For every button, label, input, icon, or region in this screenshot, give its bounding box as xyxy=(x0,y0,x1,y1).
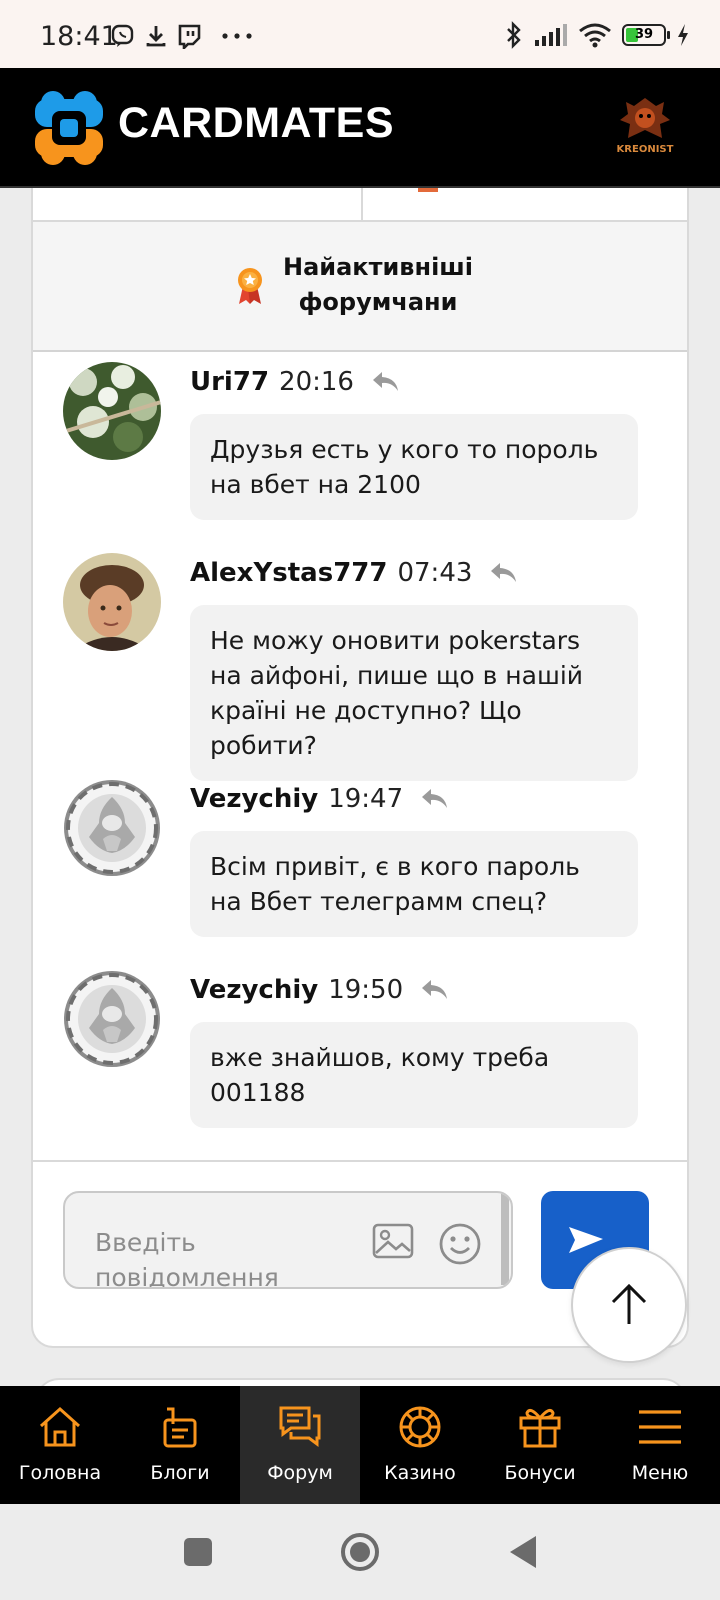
forum-chat-card: Найактивніші форумчани Uri77 20:16 Друзь… xyxy=(31,188,689,1348)
back-button[interactable] xyxy=(506,1534,538,1570)
section-header: Найактивніші форумчани xyxy=(33,222,687,352)
bluetooth-icon xyxy=(507,21,521,49)
message-username[interactable]: Vezychiy xyxy=(190,975,318,1005)
status-right-icons: 39 xyxy=(504,20,690,50)
reply-icon[interactable] xyxy=(370,369,402,395)
nav-item-forum[interactable]: Форум xyxy=(240,1386,360,1504)
blog-icon xyxy=(163,1407,197,1448)
section-title: Найактивніші форумчани xyxy=(282,253,474,316)
recents-button[interactable] xyxy=(184,1538,212,1566)
nav-item-home[interactable]: Головна xyxy=(0,1386,120,1504)
message-time: 07:43 xyxy=(397,558,473,588)
casino-chip-icon xyxy=(399,1406,441,1448)
nav-item-bonuses[interactable]: Бонуси xyxy=(480,1386,600,1504)
home-icon xyxy=(39,1406,81,1447)
status-left-icons xyxy=(110,22,254,50)
message-time: 19:50 xyxy=(328,975,404,1005)
cardmates-logo-icon[interactable] xyxy=(30,89,108,167)
nav-label: Головна xyxy=(18,1462,102,1484)
status-time: 18:41 xyxy=(40,21,118,52)
nav-label: Казино xyxy=(384,1462,456,1484)
nav-item-casino[interactable]: Казино xyxy=(360,1386,480,1504)
twitch-icon xyxy=(178,24,201,49)
status-bar: 18:41 39 xyxy=(0,0,720,68)
wifi-icon xyxy=(579,23,611,48)
site-header: CARDMATES KREONIST xyxy=(0,68,720,188)
default-avatar-chip[interactable] xyxy=(63,970,161,1068)
medal-icon xyxy=(238,268,262,304)
site-logo-text[interactable]: CARDMATES xyxy=(118,99,394,148)
home-button[interactable] xyxy=(340,1532,380,1572)
nav-item-menu[interactable]: Меню xyxy=(600,1386,720,1504)
reply-icon[interactable] xyxy=(488,560,520,586)
input-scrollbar[interactable] xyxy=(501,1193,509,1285)
more-dots-icon xyxy=(222,33,252,39)
arrow-up-icon xyxy=(611,1283,647,1324)
battery-icon: 39 xyxy=(622,24,670,46)
message-bubble: Не можу оновити pokerstars на айфоні, пи… xyxy=(190,605,638,781)
image-attach-icon[interactable] xyxy=(372,1223,414,1259)
user-avatar[interactable] xyxy=(63,362,161,460)
tabs-row xyxy=(33,188,687,222)
download-icon xyxy=(146,26,166,47)
nav-label: Форум xyxy=(267,1462,333,1484)
message-input[interactable]: Введіть повідомлення xyxy=(63,1191,513,1289)
message-bubble: Друзья есть у кого то пороль на вбет на … xyxy=(190,414,638,520)
message-time: 20:16 xyxy=(279,367,354,397)
user-profile-avatar[interactable]: KREONIST xyxy=(612,94,678,160)
message-input-placeholder: Введіть повідомлення xyxy=(95,1228,279,1289)
nav-item-blogs[interactable]: Блоги xyxy=(120,1386,240,1504)
nav-label: Блоги xyxy=(150,1462,210,1484)
user-avatar[interactable] xyxy=(63,553,161,651)
scroll-to-top-button[interactable] xyxy=(571,1247,687,1363)
message-username[interactable]: Vezychiy xyxy=(190,784,318,814)
viber-icon xyxy=(111,24,134,47)
message-username[interactable]: Uri77 xyxy=(190,367,269,397)
nav-label: Меню xyxy=(631,1462,689,1484)
charging-icon xyxy=(678,24,688,46)
message-bubble: Всім привіт, є в кого пароль на Вбет тел… xyxy=(190,831,638,937)
nav-label: Бонуси xyxy=(504,1462,576,1484)
reply-icon[interactable] xyxy=(419,786,451,812)
profile-badge-text: KREONIST xyxy=(617,144,674,155)
menu-icon xyxy=(639,1410,681,1444)
reply-icon[interactable] xyxy=(419,977,451,1003)
gift-icon xyxy=(519,1408,561,1448)
message-bubble: вже знайшов, кому треба 001188 xyxy=(190,1022,638,1128)
battery-percent: 39 xyxy=(634,27,654,42)
default-avatar-chip[interactable] xyxy=(63,779,161,877)
message-username[interactable]: AlexYstas777 xyxy=(190,558,387,588)
bottom-navigation: Головна Блоги Форум Казино Бонуси Меню xyxy=(0,1386,720,1504)
emoji-icon[interactable] xyxy=(438,1222,482,1266)
message-time: 19:47 xyxy=(328,784,404,814)
forum-icon xyxy=(279,1406,321,1447)
signal-icon xyxy=(535,24,567,46)
system-navigation-bar xyxy=(0,1504,720,1600)
